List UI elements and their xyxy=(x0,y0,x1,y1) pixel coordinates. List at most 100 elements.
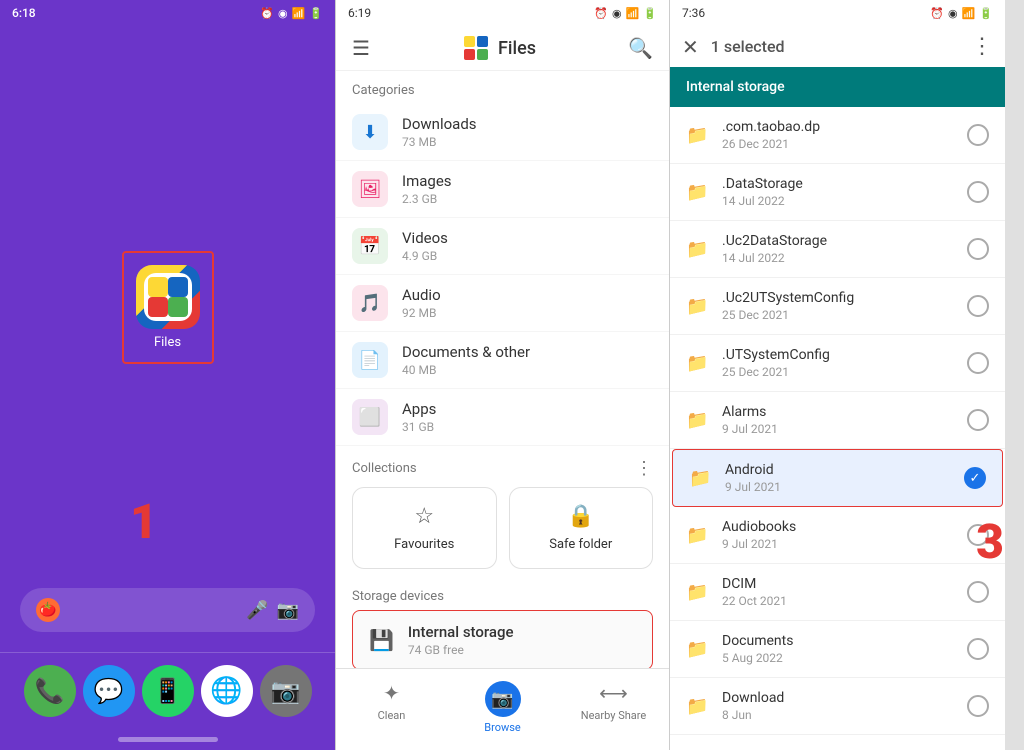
collections-grid: ☆ Favourites 🔒 Safe folder xyxy=(336,487,669,581)
file-name: Android xyxy=(725,462,964,478)
audio-icon: 🎵 xyxy=(352,285,388,321)
documents-text: Documents & other 40 MB xyxy=(402,343,653,377)
file-info: Download 8 Jun xyxy=(722,690,967,722)
file-date: 14 Jul 2022 xyxy=(722,251,967,265)
images-text: Images 2.3 GB xyxy=(402,172,653,206)
files-app-container: Files xyxy=(122,251,214,364)
search-icon[interactable]: 🔍 xyxy=(628,36,653,60)
select-checkbox[interactable] xyxy=(967,238,989,260)
nav-nearby[interactable]: ⟷ Nearby Share xyxy=(558,677,669,738)
file-item-uc2datastorage[interactable]: 📁 .Uc2DataStorage 14 Jul 2022 xyxy=(670,221,1005,278)
dock-whatsapp[interactable]: 📱 xyxy=(142,665,194,717)
storage-device-icon: 💾 xyxy=(369,628,394,652)
dock-camera[interactable]: 📷 xyxy=(260,665,312,717)
select-checkbox[interactable] xyxy=(967,524,989,546)
favourites-card[interactable]: ☆ Favourites xyxy=(352,487,497,569)
hamburger-icon[interactable]: ☰ xyxy=(352,36,370,60)
status-bar-3: 7:36 ⏰◉📶🔋 xyxy=(670,0,1005,26)
storage-info: Internal storage 74 GB free xyxy=(408,623,514,657)
nav-browse[interactable]: 📷 Browse xyxy=(447,677,558,738)
camera-search-icon[interactable]: 📷 xyxy=(277,600,299,621)
time-2: 6:19 xyxy=(348,6,371,20)
images-size: 2.3 GB xyxy=(402,192,653,206)
apps-size: 31 GB xyxy=(402,420,653,434)
select-checkbox[interactable] xyxy=(967,124,989,146)
files-app-icon[interactable] xyxy=(136,265,200,329)
search-bar[interactable]: 🍅 🎤 📷 xyxy=(20,588,315,632)
file-item-documents[interactable]: 📁 Documents 5 Aug 2022 xyxy=(670,621,1005,678)
dock-messages[interactable]: 💬 xyxy=(83,665,135,717)
select-checkbox[interactable] xyxy=(967,352,989,374)
select-checkbox[interactable] xyxy=(967,409,989,431)
mic-icon[interactable]: 🎤 xyxy=(246,600,268,621)
file-name: .DataStorage xyxy=(722,176,967,192)
folder-icon: 📁 xyxy=(686,296,708,317)
file-item-datastorage[interactable]: 📁 .DataStorage 14 Jul 2022 xyxy=(670,164,1005,221)
file-item-utsystemconfig[interactable]: 📁 .UTSystemConfig 25 Dec 2021 xyxy=(670,335,1005,392)
collections-more-icon[interactable]: ⋮ xyxy=(635,458,653,479)
select-checkbox-checked[interactable]: ✓ xyxy=(964,467,986,489)
dock-chrome[interactable]: 🌐 xyxy=(201,665,253,717)
storage-free: 74 GB free xyxy=(408,643,514,657)
list-item-videos[interactable]: 📅 Videos 4.9 GB xyxy=(336,218,669,275)
panel-1-home-screen: 6:18 ⏰◉📶🔋 Files 1 🍅 🎤 📷 📞 xyxy=(0,0,335,750)
folder-icon: 📁 xyxy=(686,639,708,660)
files-logo-icon xyxy=(462,34,490,62)
file-item-android[interactable]: 📁 Android 9 Jul 2021 ✓ xyxy=(672,449,1003,507)
file-item-audiobooks[interactable]: 📁 Audiobooks 9 Jul 2021 xyxy=(670,507,1005,564)
videos-icon: 📅 xyxy=(352,228,388,264)
folder-icon: 📁 xyxy=(686,182,708,203)
safe-folder-card[interactable]: 🔒 Safe folder xyxy=(509,487,654,569)
file-name: .com.taobao.dp xyxy=(722,119,967,135)
apps-name: Apps xyxy=(402,400,653,418)
folder-icon: 📁 xyxy=(686,125,708,146)
file-date: 9 Jul 2021 xyxy=(725,480,964,494)
status-bar-2: 6:19 ⏰◉📶🔋 xyxy=(336,0,669,26)
select-checkbox[interactable] xyxy=(967,181,989,203)
file-name: Alarms xyxy=(722,404,967,420)
close-icon[interactable]: ✕ xyxy=(682,35,699,59)
app-title: Files xyxy=(498,38,536,59)
file-item-alarms[interactable]: 📁 Alarms 9 Jul 2021 xyxy=(670,392,1005,449)
videos-name: Videos xyxy=(402,229,653,247)
storage-name: Internal storage xyxy=(408,623,514,641)
downloads-icon: ⬇ xyxy=(352,114,388,150)
list-item-documents[interactable]: 📄 Documents & other 40 MB xyxy=(336,332,669,389)
downloads-text: Downloads 73 MB xyxy=(402,115,653,149)
storage-devices-label: Storage devices xyxy=(336,581,669,610)
videos-text: Videos 4.9 GB xyxy=(402,229,653,263)
internal-storage-item[interactable]: 💾 Internal storage 74 GB free xyxy=(352,610,653,668)
dock-phone[interactable]: 📞 xyxy=(24,665,76,717)
file-name: Audiobooks xyxy=(722,519,967,535)
file-item-download[interactable]: 📁 Download 8 Jun xyxy=(670,678,1005,735)
file-date: 8 Jun xyxy=(722,708,967,722)
browse-label: Browse xyxy=(484,721,521,734)
files-app-label: Files xyxy=(154,335,181,350)
panel-3-internal-storage: 7:36 ⏰◉📶🔋 ✕ 1 selected ⋮ Internal storag… xyxy=(670,0,1005,750)
list-item-downloads[interactable]: ⬇ Downloads 73 MB xyxy=(336,104,669,161)
images-icon: 🖼 xyxy=(352,171,388,207)
folder-icon: 📁 xyxy=(686,353,708,374)
audio-text: Audio 92 MB xyxy=(402,286,653,320)
file-item-uc2utsystemconfig[interactable]: 📁 .Uc2UTSystemConfig 25 Dec 2021 xyxy=(670,278,1005,335)
file-name: .UTSystemConfig xyxy=(722,347,967,363)
file-item-taobao[interactable]: 📁 .com.taobao.dp 26 Dec 2021 xyxy=(670,107,1005,164)
select-checkbox[interactable] xyxy=(967,581,989,603)
more-options-icon[interactable]: ⋮ xyxy=(971,34,993,59)
nearby-label: Nearby Share xyxy=(581,709,646,722)
p3-toolbar: ✕ 1 selected ⋮ xyxy=(670,26,1005,67)
file-item-dcim[interactable]: 📁 DCIM 22 Oct 2021 xyxy=(670,564,1005,621)
select-checkbox[interactable] xyxy=(967,638,989,660)
file-info: Alarms 9 Jul 2021 xyxy=(722,404,967,436)
select-checkbox[interactable] xyxy=(967,295,989,317)
file-date: 25 Dec 2021 xyxy=(722,308,967,322)
collections-label: Collections xyxy=(352,461,417,476)
audio-name: Audio xyxy=(402,286,653,304)
select-checkbox[interactable] xyxy=(967,695,989,717)
videos-size: 4.9 GB xyxy=(402,249,653,263)
list-item-audio[interactable]: 🎵 Audio 92 MB xyxy=(336,275,669,332)
list-item-apps[interactable]: ⬜ Apps 31 GB xyxy=(336,389,669,446)
list-item-images[interactable]: 🖼 Images 2.3 GB xyxy=(336,161,669,218)
files-content: Categories ⬇ Downloads 73 MB 🖼 Images 2.… xyxy=(336,71,669,668)
nav-clean[interactable]: ✦ Clean xyxy=(336,677,447,738)
